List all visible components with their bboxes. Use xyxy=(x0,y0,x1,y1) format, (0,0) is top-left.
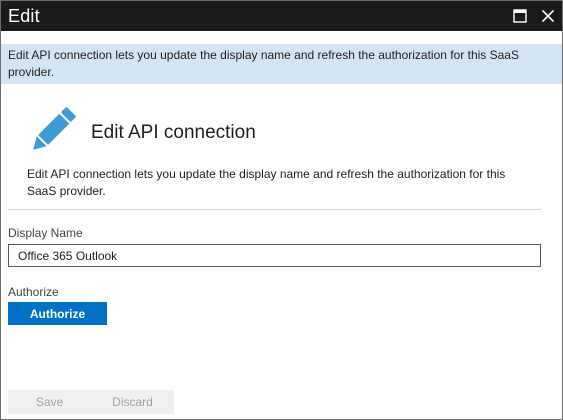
discard-button[interactable]: Discard xyxy=(91,390,174,414)
page-description: Edit API connection lets you update the … xyxy=(27,167,506,198)
display-name-label: Display Name xyxy=(8,226,83,240)
title-bar: Edit xyxy=(1,1,562,31)
window-title: Edit xyxy=(8,5,40,26)
divider xyxy=(8,209,541,210)
authorize-button[interactable]: Authorize xyxy=(8,302,107,325)
pencil-icon xyxy=(25,102,81,158)
info-banner: Edit API connection lets you update the … xyxy=(1,44,562,84)
window-controls xyxy=(512,1,556,31)
close-icon[interactable] xyxy=(540,8,556,24)
save-button[interactable]: Save xyxy=(8,390,91,414)
maximize-icon[interactable] xyxy=(512,8,528,24)
display-name-input[interactable] xyxy=(8,244,541,267)
page-title: Edit API connection xyxy=(91,122,256,143)
edit-window: Edit Edit API connection lets you update… xyxy=(0,0,563,420)
authorize-label: Authorize xyxy=(8,285,59,299)
